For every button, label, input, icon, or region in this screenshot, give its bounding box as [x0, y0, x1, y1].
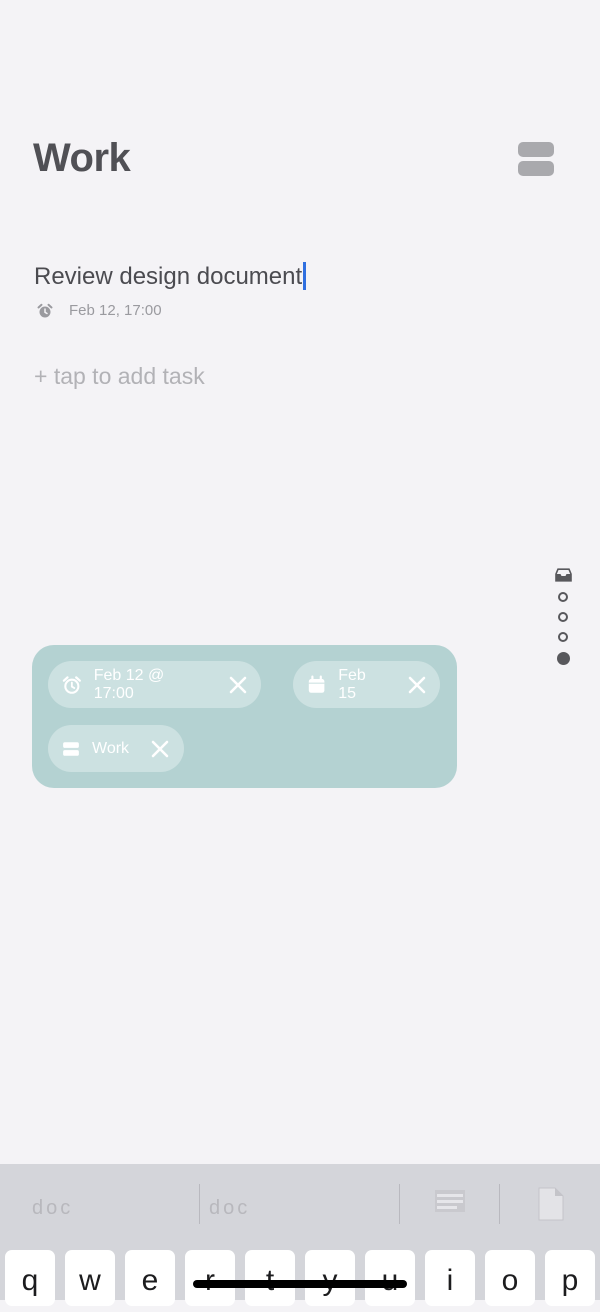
task-reminder-info: Feb 12, 17:00 — [37, 302, 162, 319]
close-icon[interactable] — [229, 676, 247, 694]
task-attributes-panel: Feb 12 @ 17:00 Feb 15 Work — [32, 645, 457, 788]
reminder-chip-label: Feb 12 @ 17:00 — [93, 666, 165, 702]
alarm-clock-icon — [37, 303, 53, 317]
close-icon[interactable] — [408, 676, 426, 694]
home-indicator — [193, 1280, 407, 1288]
key-t[interactable]: t — [245, 1250, 295, 1306]
list-chip[interactable]: Work — [48, 725, 184, 772]
divider — [399, 1184, 400, 1224]
due-date-chip-label: Feb 15 — [338, 666, 366, 702]
page-dot-active[interactable] — [556, 652, 570, 665]
add-task-button[interactable]: + tap to add task — [34, 363, 205, 390]
due-date-chip[interactable]: Feb 15 — [293, 661, 440, 708]
calendar-icon — [308, 675, 325, 693]
task-reminder-text: Feb 12, 17:00 — [69, 302, 162, 319]
key-row: q w e r t y u i o p — [5, 1250, 595, 1306]
key-p[interactable]: p — [545, 1250, 595, 1306]
inbox-icon[interactable] — [554, 568, 572, 582]
page-dot[interactable] — [558, 592, 568, 602]
text-caret — [303, 262, 306, 290]
reminder-chip[interactable]: Feb 12 @ 17:00 — [48, 661, 261, 708]
key-e[interactable]: e — [125, 1250, 175, 1306]
close-icon[interactable] — [151, 740, 169, 758]
suggestion-item[interactable]: doc — [209, 1197, 250, 1220]
key-o[interactable]: o — [485, 1250, 535, 1306]
stacked-bars-icon — [518, 142, 554, 157]
key-w[interactable]: w — [65, 1250, 115, 1306]
suggestion-item[interactable]: doc — [32, 1197, 73, 1220]
task-title-text: Review design document — [34, 263, 303, 290]
page-title: Work — [33, 136, 131, 180]
page-dot[interactable] — [558, 612, 568, 622]
list-chip-label: Work — [92, 739, 130, 757]
keyboard: doc doc q w e r t y u i o p — [0, 1164, 600, 1306]
divider — [499, 1184, 500, 1224]
page-dot[interactable] — [558, 632, 568, 642]
key-i[interactable]: i — [425, 1250, 475, 1306]
list-icon — [63, 741, 79, 756]
file-thumbnail-icon[interactable] — [536, 1186, 566, 1222]
key-q[interactable]: q — [5, 1250, 55, 1306]
key-u[interactable]: u — [365, 1250, 415, 1306]
stacked-bars-icon — [518, 161, 554, 176]
key-r[interactable]: r — [185, 1250, 235, 1306]
lists-menu-button[interactable] — [518, 142, 554, 176]
alarm-clock-icon — [62, 675, 81, 694]
task-title-field[interactable]: Review design document — [34, 262, 306, 291]
key-y[interactable]: y — [305, 1250, 355, 1306]
suggestion-bar: doc doc — [0, 1164, 600, 1246]
document-thumbnail-icon[interactable] — [434, 1186, 466, 1220]
divider — [199, 1184, 200, 1224]
page-indicator — [554, 568, 572, 665]
